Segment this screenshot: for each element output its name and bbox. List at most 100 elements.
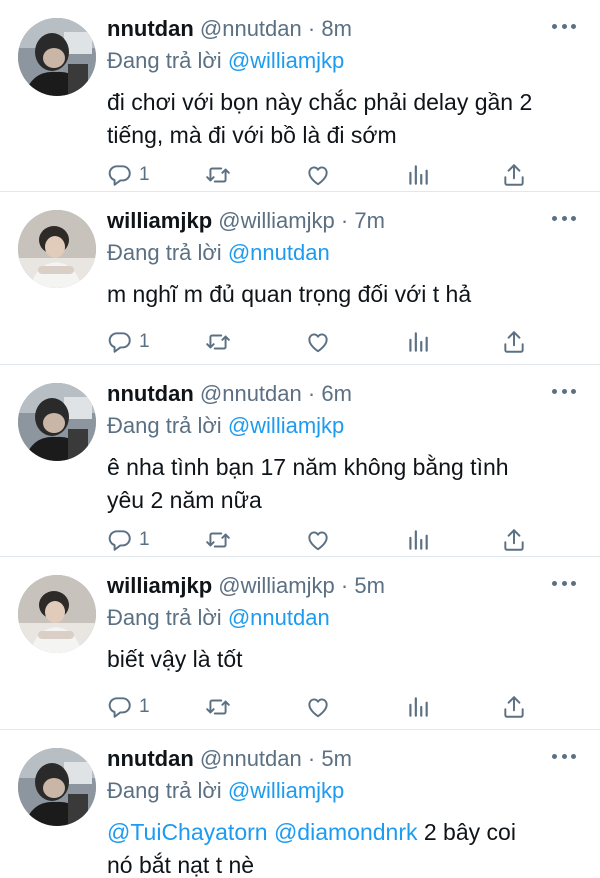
- tweet-text-line: biết vậy là tốt: [107, 646, 243, 672]
- separator-dot: ·: [340, 208, 349, 233]
- display-name[interactable]: williamjkp: [107, 573, 212, 598]
- tweet-header: nnutdan @nnutdan · 5m: [107, 744, 540, 774]
- more-icon[interactable]: [552, 750, 576, 762]
- stats-icon: [405, 527, 431, 553]
- tweet-text-line: nó bắt nạt t nè: [107, 852, 255, 878]
- like-button[interactable]: [305, 525, 331, 555]
- timestamp[interactable]: 6m: [321, 381, 352, 406]
- retweet-icon: [205, 329, 231, 355]
- replying-to-label: Đang trả lời: [107, 605, 222, 630]
- mention-link[interactable]: @TuiChayatorn: [107, 819, 268, 845]
- timestamp[interactable]: 7m: [354, 208, 385, 233]
- more-icon[interactable]: [552, 212, 576, 224]
- retweet-button[interactable]: [205, 525, 231, 555]
- action-bar: 1: [107, 327, 547, 357]
- retweet-icon: [205, 527, 231, 553]
- tweet-text-line: m nghĩ m đủ quan trọng đối với t hả: [107, 281, 472, 307]
- retweet-button[interactable]: [205, 327, 231, 357]
- share-icon: [501, 694, 527, 720]
- stats-button[interactable]: [405, 160, 431, 190]
- avatar[interactable]: [18, 210, 96, 288]
- replying-to-mention[interactable]: @nnutdan: [228, 605, 330, 630]
- reply-button[interactable]: 1: [107, 160, 150, 190]
- separator-dot: ·: [307, 16, 316, 41]
- like-button[interactable]: [305, 160, 331, 190]
- share-button[interactable]: [501, 525, 527, 555]
- share-button[interactable]: [501, 692, 527, 722]
- tweet-text: ê nha tình bạn 17 năm không bằng tình yê…: [107, 451, 577, 517]
- display-name[interactable]: nnutdan: [107, 16, 194, 41]
- tweet-text: biết vậy là tốt: [107, 643, 577, 676]
- tweet-header: williamjkp @williamjkp · 7m: [107, 206, 540, 236]
- tweet-text-line: yêu 2 năm nữa: [107, 487, 262, 513]
- display-name[interactable]: nnutdan: [107, 746, 194, 771]
- tweet-text: m nghĩ m đủ quan trọng đối với t hả: [107, 278, 577, 311]
- heart-icon: [305, 162, 331, 188]
- share-icon: [501, 527, 527, 553]
- heart-icon: [305, 329, 331, 355]
- tweet[interactable]: williamjkp @williamjkp · 7m Đang trả lời…: [0, 192, 600, 365]
- like-button[interactable]: [305, 327, 331, 357]
- stats-icon: [405, 694, 431, 720]
- stats-button[interactable]: [405, 525, 431, 555]
- tweet[interactable]: nnutdan @nnutdan · 5m Đang trả lời @will…: [0, 730, 600, 878]
- reply-count: 1: [139, 331, 150, 352]
- reply-count: 1: [139, 696, 150, 717]
- stats-button[interactable]: [405, 692, 431, 722]
- tweet[interactable]: nnutdan @nnutdan · 6m Đang trả lời @will…: [0, 365, 600, 557]
- stats-button[interactable]: [405, 327, 431, 357]
- replying-to-mention[interactable]: @nnutdan: [228, 240, 330, 265]
- more-icon[interactable]: [552, 577, 576, 589]
- stats-icon: [405, 162, 431, 188]
- replying-to-label: Đang trả lời: [107, 778, 222, 803]
- retweet-button[interactable]: [205, 692, 231, 722]
- user-handle: @nnutdan: [199, 16, 302, 41]
- tweet[interactable]: nnutdan @nnutdan · 8m Đang trả lời @will…: [0, 0, 600, 192]
- tweet-header: williamjkp @williamjkp · 5m: [107, 571, 540, 601]
- replying-to-mention[interactable]: @williamjkp: [228, 778, 344, 803]
- more-icon[interactable]: [552, 385, 576, 397]
- avatar[interactable]: [18, 575, 96, 653]
- display-name[interactable]: nnutdan: [107, 381, 194, 406]
- separator-dot: ·: [340, 573, 349, 598]
- more-icon[interactable]: [552, 20, 576, 32]
- replying-to-label: Đang trả lời: [107, 240, 222, 265]
- share-button[interactable]: [501, 160, 527, 190]
- avatar[interactable]: [18, 18, 96, 96]
- user-handle: @nnutdan: [199, 746, 302, 771]
- reply-button[interactable]: 1: [107, 525, 150, 555]
- reply-icon: [107, 527, 133, 553]
- mention-link[interactable]: @diamondnrk: [274, 819, 418, 845]
- reply-count: 1: [139, 529, 150, 550]
- tweet-header: nnutdan @nnutdan · 6m: [107, 379, 540, 409]
- reply-count: 1: [139, 164, 150, 185]
- user-handle: @williamjkp: [218, 208, 335, 233]
- replying-to-label: Đang trả lời: [107, 48, 222, 73]
- share-icon: [501, 329, 527, 355]
- reply-button[interactable]: 1: [107, 692, 150, 722]
- replying-to: Đang trả lời @williamjkp: [107, 46, 344, 76]
- action-bar: 1: [107, 160, 547, 190]
- display-name[interactable]: williamjkp: [107, 208, 212, 233]
- share-icon: [501, 162, 527, 188]
- retweet-button[interactable]: [205, 160, 231, 190]
- share-button[interactable]: [501, 327, 527, 357]
- replying-to-mention[interactable]: @williamjkp: [228, 48, 344, 73]
- timestamp[interactable]: 5m: [354, 573, 385, 598]
- timestamp[interactable]: 8m: [321, 16, 352, 41]
- replying-to: Đang trả lời @nnutdan: [107, 238, 330, 268]
- retweet-icon: [205, 694, 231, 720]
- replying-to-mention[interactable]: @williamjkp: [228, 413, 344, 438]
- avatar[interactable]: [18, 383, 96, 461]
- reply-button[interactable]: 1: [107, 327, 150, 357]
- retweet-icon: [205, 162, 231, 188]
- user-handle: @nnutdan: [199, 381, 302, 406]
- timestamp[interactable]: 5m: [321, 746, 352, 771]
- tweet-text: @TuiChayatorn @diamondnrk 2 bây coi nó b…: [107, 816, 577, 878]
- separator-dot: ·: [307, 746, 316, 771]
- heart-icon: [305, 694, 331, 720]
- like-button[interactable]: [305, 692, 331, 722]
- avatar[interactable]: [18, 748, 96, 826]
- tweet[interactable]: williamjkp @williamjkp · 5m Đang trả lời…: [0, 557, 600, 730]
- action-bar: 1: [107, 692, 547, 722]
